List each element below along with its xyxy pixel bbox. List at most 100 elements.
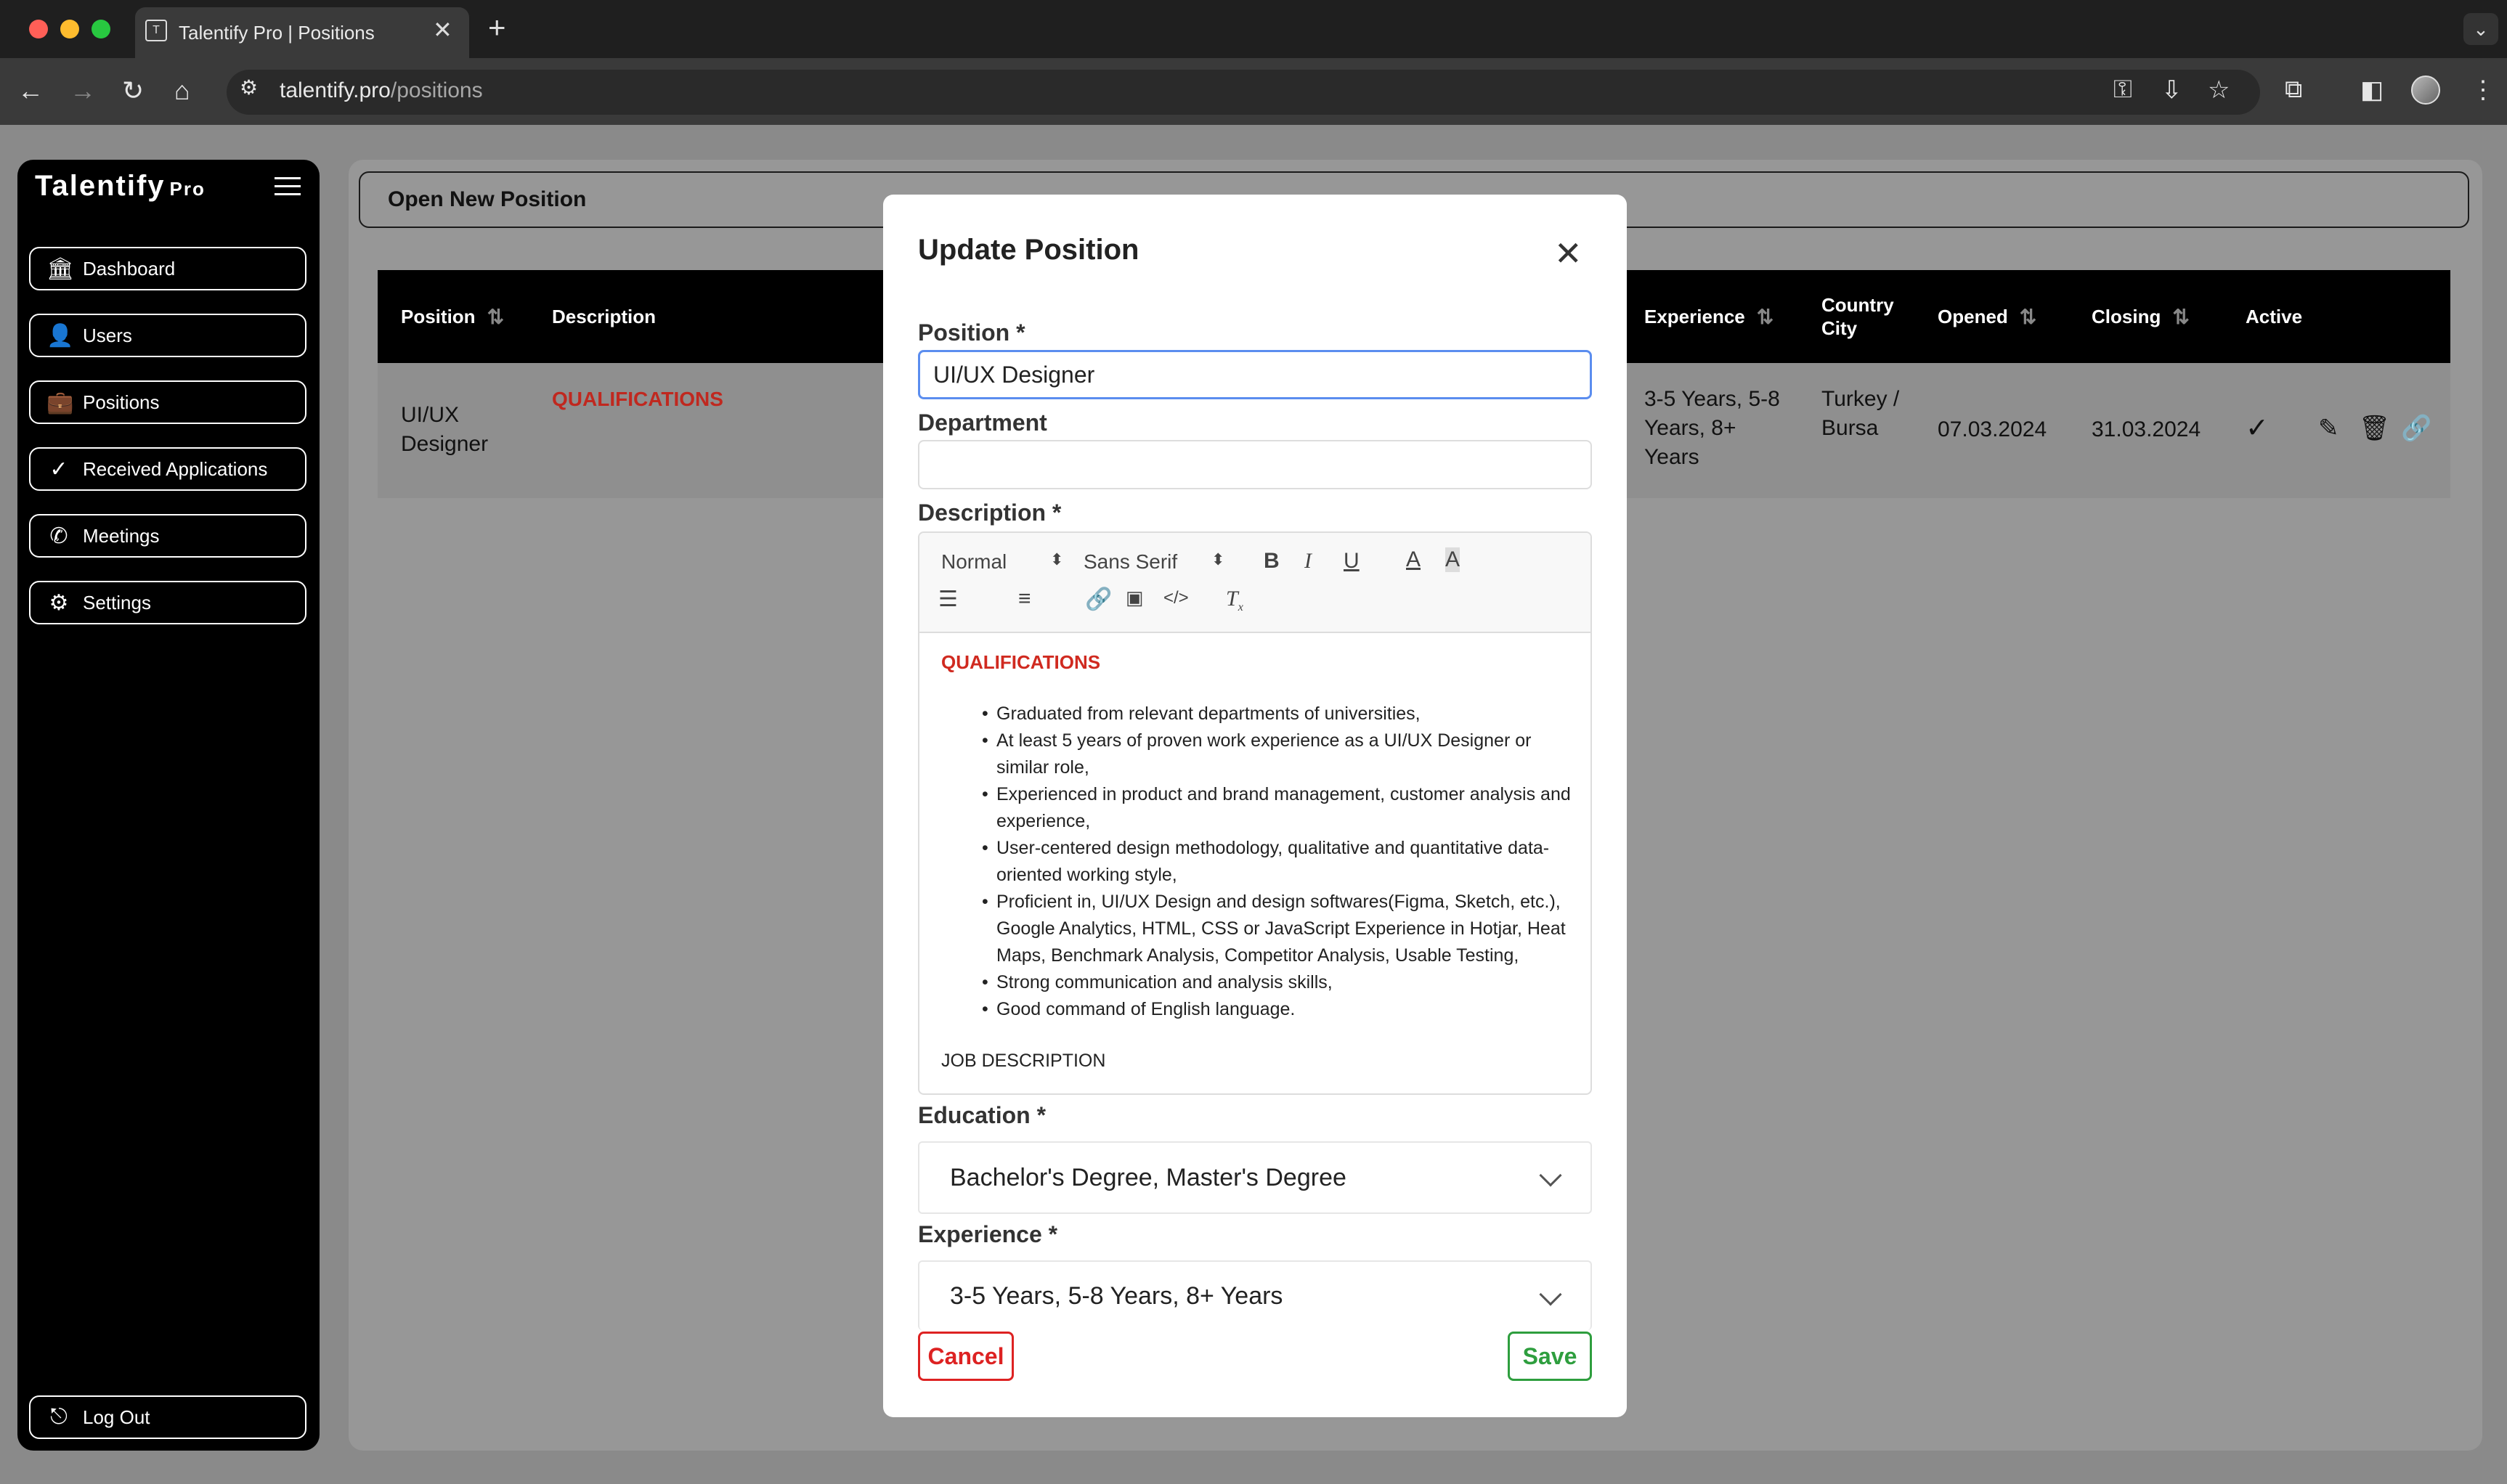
cell-experience: 3-5 Years, 5-8 Years, 8+ Years (1644, 387, 1780, 469)
extensions-icon[interactable]: ⧉ (2285, 76, 2302, 104)
check-icon: ✓ (49, 457, 68, 481)
list-item: Strong communication and analysis skills… (982, 969, 1573, 996)
star-icon[interactable]: ☆ (2208, 76, 2230, 105)
window-minimize-button[interactable] (60, 20, 79, 38)
chevron-down-icon (1539, 1283, 1562, 1306)
experience-label: Experience * (918, 1221, 1058, 1247)
url-text[interactable]: talentify.pro/positions (280, 78, 483, 103)
th-country-city: Country City (1821, 294, 1894, 339)
window-zoom-button[interactable] (92, 20, 110, 38)
description-label: Description * (918, 500, 1062, 526)
bold-icon[interactable]: B (1264, 549, 1280, 574)
font-select[interactable]: Sans Serif (1084, 550, 1177, 574)
list-item: Good command of English language. (982, 996, 1573, 1023)
th-active: Active (2246, 305, 2303, 327)
chevron-updown-icon: ⬍ (1050, 550, 1064, 568)
key-icon[interactable]: ⚿ (2113, 76, 2132, 104)
editor-toolbar: Normal ⬍ Sans Serif ⬍ B I U A A ☰ ≡ 🔗 ▣ … (919, 533, 1590, 633)
save-button[interactable]: Save (1508, 1332, 1592, 1381)
bank-icon: 🏛 (46, 256, 75, 281)
education-select[interactable]: Bachelor's Degree, Master's Degree (918, 1141, 1592, 1214)
list-item: At least 5 years of proven work experien… (982, 727, 1573, 781)
th-position[interactable]: Position ⇅ (401, 270, 504, 363)
sidebar-item-settings[interactable]: ⚙ Settings (29, 581, 306, 624)
window-close-button[interactable] (29, 20, 48, 38)
sidebar-item-users[interactable]: 👤 Users (29, 314, 306, 357)
edit-icon[interactable]: ✎ (2318, 414, 2339, 443)
th-experience[interactable]: Experience ⇅ (1644, 270, 1773, 363)
sidebar-item-dashboard[interactable]: 🏛 Dashboard (29, 247, 306, 290)
more-icon[interactable]: ⋮ (2471, 76, 2495, 105)
briefcase-icon: 💼 (46, 390, 74, 415)
browser-tab[interactable]: Talentify Pro | Positions (135, 7, 469, 58)
position-label: Position * (918, 319, 1025, 346)
install-icon[interactable]: ⇩ (2161, 76, 2182, 105)
new-tab-icon[interactable]: + (488, 10, 506, 45)
cell-closing: 31.03.2024 (2092, 417, 2201, 441)
heading-select[interactable]: Normal (941, 550, 1007, 574)
cell-position: UI/UX Designer (401, 403, 489, 456)
sidebar-item-meetings[interactable]: ✆ Meetings (29, 514, 306, 558)
site-settings-icon[interactable]: ⚙ (240, 76, 258, 99)
cell-description: QUALIFICATIONS (552, 388, 723, 410)
education-label: Education * (918, 1102, 1047, 1128)
th-closing[interactable]: Closing ⇅ (2092, 270, 2190, 363)
ordered-list-icon[interactable]: ☰ (938, 587, 958, 612)
list-item: Proficient in, UI/UX Design and design s… (982, 889, 1573, 969)
code-icon[interactable]: </> (1163, 588, 1189, 608)
link-icon[interactable]: 🔗 (2401, 414, 2431, 443)
forward-icon[interactable]: → (70, 76, 96, 106)
sort-icon: ⇅ (2172, 305, 2190, 328)
image-icon[interactable]: ▣ (1126, 587, 1144, 609)
active-check-icon: ✓ (2246, 413, 2269, 444)
reload-icon[interactable]: ↻ (122, 76, 144, 106)
trash-icon[interactable]: 🗑 (2359, 414, 2390, 443)
side-panel-icon[interactable]: ◧ (2360, 76, 2384, 105)
sort-icon: ⇅ (1756, 305, 1774, 328)
clear-format-icon[interactable]: Tx (1226, 587, 1243, 614)
department-label: Department (918, 409, 1047, 436)
sidebar-item-received-applications[interactable]: ✓ Received Applications (29, 447, 306, 491)
cancel-button[interactable]: Cancel (918, 1332, 1014, 1381)
chevron-down-icon (1539, 1164, 1562, 1187)
list-item: Experienced in product and brand managem… (982, 781, 1573, 835)
close-icon[interactable]: ✕ (433, 16, 452, 44)
tab-title: Talentify Pro | Positions (179, 21, 375, 44)
phone-icon: ✆ (49, 523, 68, 548)
back-icon[interactable]: ← (17, 76, 44, 106)
link-icon[interactable]: 🔗 (1085, 587, 1112, 612)
department-input[interactable] (918, 440, 1592, 489)
cell-location: Turkey / Bursa (1821, 387, 1900, 440)
cell-opened: 07.03.2024 (1938, 417, 2047, 441)
position-input[interactable]: UI/UX Designer (918, 350, 1592, 399)
logout-icon: ⎋ (50, 1405, 68, 1429)
modal-title: Update Position (918, 234, 1139, 266)
italic-icon[interactable]: I (1304, 549, 1312, 574)
editor-content[interactable]: QUALIFICATIONS Graduated from relevant d… (941, 649, 1573, 1075)
align-icon[interactable]: ≡ (1018, 587, 1031, 611)
favicon-icon: T (145, 20, 167, 41)
user-icon: 👤 (46, 323, 74, 348)
th-opened[interactable]: Opened ⇅ (1938, 270, 2036, 363)
sort-icon: ⇅ (2019, 305, 2037, 328)
experience-select[interactable]: 3-5 Years, 5-8 Years, 8+ Years (918, 1260, 1592, 1330)
th-description: Description (552, 305, 657, 327)
profile-avatar[interactable] (2411, 76, 2440, 105)
text-color-icon[interactable]: A (1406, 547, 1421, 572)
sidebar-item-positions[interactable]: 💼 Positions (29, 380, 306, 424)
close-icon[interactable]: ✕ (1554, 234, 1582, 273)
logout-button[interactable]: ⎋ Log Out (29, 1395, 306, 1439)
description-editor[interactable]: Normal ⬍ Sans Serif ⬍ B I U A A ☰ ≡ 🔗 ▣ … (918, 531, 1592, 1095)
brand-logo: Talentify Pro (35, 170, 206, 202)
background-color-icon[interactable]: A (1445, 547, 1460, 572)
sort-icon: ⇅ (487, 305, 505, 328)
menu-icon[interactable] (275, 177, 301, 197)
home-icon[interactable]: ⌂ (174, 76, 190, 106)
chevron-updown-icon: ⬍ (1211, 550, 1225, 568)
list-item: User-centered design methodology, qualit… (982, 835, 1573, 889)
list-item: Graduated from relevant departments of u… (982, 701, 1573, 727)
underline-icon[interactable]: U (1344, 549, 1360, 574)
gear-icon: ⚙ (49, 590, 69, 615)
address-bar[interactable] (227, 70, 2260, 115)
tab-search-icon[interactable]: ⌄ (2463, 13, 2498, 45)
